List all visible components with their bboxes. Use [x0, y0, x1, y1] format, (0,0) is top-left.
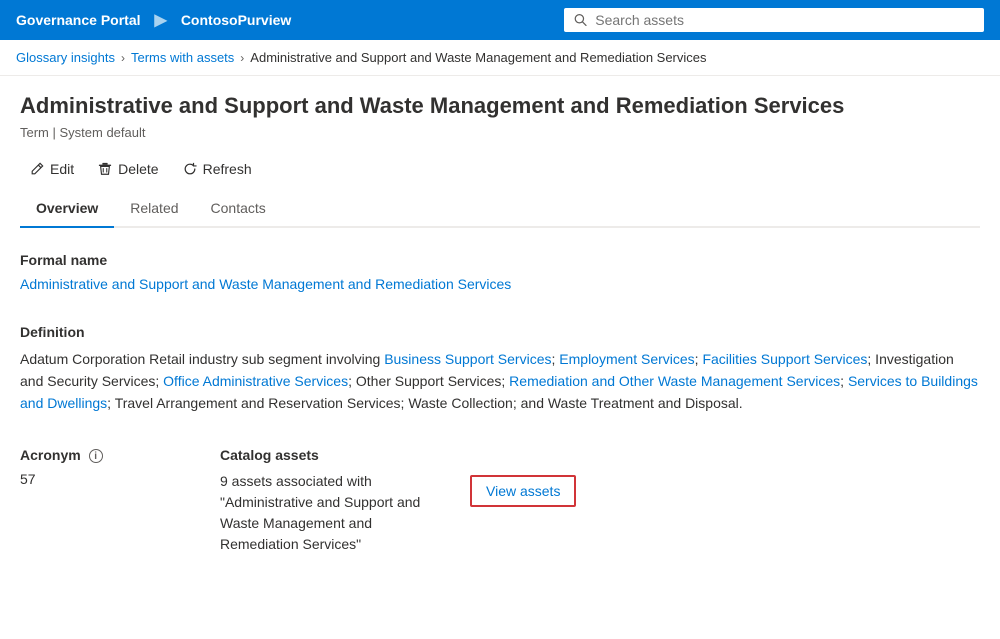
refresh-label: Refresh — [203, 161, 252, 177]
tab-related[interactable]: Related — [114, 190, 194, 228]
definition-section: Definition Adatum Corporation Retail ind… — [20, 324, 980, 415]
trash-icon — [98, 162, 112, 176]
acronym-column: Acronym i 57 — [20, 447, 140, 487]
breadcrumb-current: Administrative and Support and Waste Man… — [250, 50, 706, 65]
formal-name-value: Administrative and Support and Waste Man… — [20, 276, 980, 292]
delete-button[interactable]: Delete — [88, 156, 168, 182]
refresh-icon — [183, 162, 197, 176]
nav-separator: ▶ — [155, 10, 167, 30]
breadcrumb-terms-with-assets[interactable]: Terms with assets — [131, 50, 234, 65]
catalog-assets-column: Catalog assets 9 assets associated with … — [220, 447, 576, 555]
search-container — [564, 8, 984, 32]
edit-icon — [30, 162, 44, 176]
breadcrumb-sep-1: › — [121, 51, 125, 65]
page-content: Administrative and Support and Waste Man… — [0, 76, 1000, 571]
definition-text: Adatum Corporation Retail industry sub s… — [20, 348, 980, 415]
page-title: Administrative and Support and Waste Man… — [20, 92, 980, 121]
formal-name-label: Formal name — [20, 252, 980, 268]
remediation-link[interactable]: Remediation and Other Waste Management S… — [509, 373, 840, 389]
brand-area: Governance Portal ▶ ContosoPurview — [16, 10, 291, 30]
definition-label: Definition — [20, 324, 980, 340]
acronym-info-icon[interactable]: i — [89, 449, 103, 463]
catalog-assets-text: 9 assets associated with "Administrative… — [220, 471, 450, 555]
search-input[interactable] — [595, 12, 974, 28]
breadcrumb: Glossary insights › Terms with assets › … — [0, 40, 1000, 76]
toolbar: Edit Delete Refresh — [20, 156, 980, 190]
facilities-link[interactable]: Facilities Support Services — [702, 351, 867, 367]
edit-button[interactable]: Edit — [20, 156, 84, 182]
top-navigation-bar: Governance Portal ▶ ContosoPurview — [0, 0, 1000, 40]
definition-text-content: Adatum Corporation Retail industry sub s… — [20, 351, 978, 412]
catalog-assets-row: 9 assets associated with "Administrative… — [220, 471, 576, 555]
breadcrumb-sep-2: › — [240, 51, 244, 65]
acronym-label: Acronym i — [20, 447, 140, 463]
breadcrumb-glossary-insights[interactable]: Glossary insights — [16, 50, 115, 65]
search-icon — [574, 13, 587, 27]
edit-label: Edit — [50, 161, 74, 177]
page-subtitle: Term | System default — [20, 125, 980, 140]
tab-contacts[interactable]: Contacts — [195, 190, 282, 228]
acronym-value: 57 — [20, 471, 140, 487]
catalog-assets-content: 9 assets associated with "Administrative… — [220, 471, 576, 555]
app-name: ContosoPurview — [181, 12, 291, 28]
catalog-assets-label: Catalog assets — [220, 447, 576, 463]
business-support-link[interactable]: Business Support Services — [384, 351, 551, 367]
acronym-label-text: Acronym — [20, 447, 81, 463]
refresh-button[interactable]: Refresh — [173, 156, 262, 182]
formal-name-section: Formal name Administrative and Support a… — [20, 252, 980, 292]
tab-bar: Overview Related Contacts — [20, 190, 980, 228]
employment-link[interactable]: Employment Services — [559, 351, 694, 367]
bottom-section: Acronym i 57 Catalog assets 9 assets ass… — [20, 447, 980, 555]
search-box — [564, 8, 984, 32]
portal-label: Governance Portal — [16, 12, 141, 28]
delete-label: Delete — [118, 161, 158, 177]
tab-overview[interactable]: Overview — [20, 190, 114, 228]
view-assets-button[interactable]: View assets — [470, 475, 576, 507]
office-admin-link[interactable]: Office Administrative Services — [163, 373, 348, 389]
